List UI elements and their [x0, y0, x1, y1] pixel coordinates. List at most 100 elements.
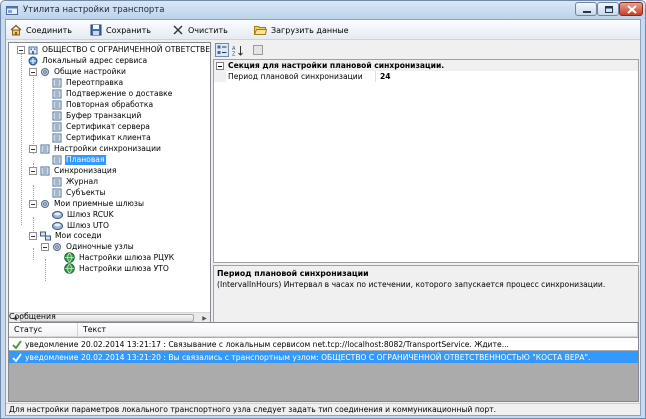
tree-item-node-uto[interactable]: Настройки шлюза УТО: [64, 263, 170, 274]
maximize-button[interactable]: [597, 2, 619, 16]
tree-expander[interactable]: [29, 200, 37, 208]
categorized-icon: [217, 45, 227, 54]
network-icon: [40, 231, 51, 240]
tree-expander[interactable]: [29, 68, 37, 76]
tree-item-label: Буфер транзакций: [66, 110, 142, 120]
property-icon: [52, 155, 62, 164]
connect-label: Соединить: [26, 25, 72, 35]
gateway-icon: [52, 210, 63, 219]
column-header-status[interactable]: Статус: [9, 323, 78, 337]
tree-item-sync-settings[interactable]: Настройки синхронизации: [40, 143, 162, 154]
property-icon: [52, 100, 62, 109]
help-description: (IntervalInHours) Интервал в часах по ис…: [217, 280, 606, 289]
tree-item-label: Мои приемные шлюзы: [54, 198, 144, 208]
tree-item-subjects[interactable]: Субъекты: [52, 187, 107, 198]
tree-expander[interactable]: [29, 145, 37, 153]
tree-item-label: ОБЩЕСТВО С ОГРАНИЧЕННОЙ ОТВЕТСТВЕННО: [42, 44, 211, 54]
tree-item-label: Шлюз UTO: [67, 220, 109, 230]
status-bar: Для настройки параметров локального тран…: [6, 403, 640, 415]
tree-item-label: Настройки синхронизации: [54, 143, 161, 153]
tree-item-server-cert[interactable]: Сертификат сервера: [52, 121, 151, 132]
tree-item-label: Переотправка: [66, 77, 124, 87]
save-button[interactable]: Сохранить: [90, 23, 151, 37]
tree-expander[interactable]: [29, 167, 37, 175]
tree-item-delivery-confirm[interactable]: Подтвержение о доставке: [52, 88, 173, 99]
categorized-button[interactable]: [215, 43, 229, 57]
tree-expander[interactable]: [17, 46, 25, 54]
message-type: уведомление: [25, 339, 79, 349]
tree-item-node-rcuk[interactable]: Настройки шлюза РЦУК: [64, 252, 175, 263]
property-icon: [52, 122, 62, 131]
tree-item-single-nodes[interactable]: Одиночные узлы: [52, 241, 135, 252]
tree-item-neighbors[interactable]: Мои соседи: [40, 230, 102, 241]
tree-item-general[interactable]: Общие настройки: [40, 66, 127, 77]
message-type: уведомление: [25, 352, 79, 362]
tree-item-label: Общие настройки: [54, 66, 126, 76]
alphabetical-button[interactable]: AZ: [231, 43, 245, 57]
clear-button[interactable]: Очистить: [172, 23, 228, 37]
title-bar[interactable]: Утилита настройки транспорта: [1, 1, 645, 19]
message-text: 20.02.2014 13:21:20 : Вы связались с тра…: [81, 352, 591, 362]
app-window: Утилита настройки транспорта Соединить С…: [0, 0, 646, 419]
tree-item-label: Мои соседи: [55, 230, 102, 240]
tree-item-transaction-buffer[interactable]: Буфер транзакций: [52, 110, 142, 121]
property-value[interactable]: 24: [376, 71, 391, 82]
message-text: 20.02.2014 13:21:17 : Связывание с локал…: [81, 339, 509, 349]
settings-tree[interactable]: ОБЩЕСТВО С ОГРАНИЧЕННОЙ ОТВЕТСТВЕННО Лок…: [8, 42, 211, 323]
save-label: Сохранить: [106, 25, 151, 35]
column-header-text[interactable]: Текст: [78, 323, 638, 337]
tree-item-client-cert[interactable]: Сертификат клиента: [52, 132, 152, 143]
property-icon: [52, 177, 62, 186]
close-button[interactable]: [619, 2, 643, 16]
tree-item-root[interactable]: ОБЩЕСТВО С ОГРАНИЧЕННОЙ ОТВЕТСТВЕННО: [28, 44, 211, 55]
tree-item-gateway-rcuk[interactable]: Шлюз RCUK: [52, 209, 115, 220]
settings-gear-icon: [41, 67, 49, 76]
app-icon: [6, 4, 18, 16]
property-icon: [52, 78, 62, 87]
tree-item-local-address[interactable]: Локальный адрес сервиса: [28, 55, 148, 66]
property-row-gutter: [214, 71, 226, 82]
tree-connector: [33, 248, 34, 260]
tree-item-gateways[interactable]: Мои приемные шлюзы: [40, 198, 145, 209]
tree-item-label: Одиночные узлы: [66, 241, 134, 251]
load-data-label: Загрузить данные: [271, 25, 349, 35]
property-help-box: Период плановой синхронизации (IntervalI…: [213, 265, 639, 323]
tree-connector: [33, 77, 34, 154]
property-row[interactable]: Период плановой синхронизации 24: [214, 71, 638, 82]
message-row[interactable]: уведомление 20.02.2014 13:21:17 : Связыв…: [9, 338, 638, 350]
tree-expander[interactable]: [29, 232, 37, 240]
folder-icon: [254, 26, 267, 35]
load-data-button[interactable]: Загрузить данные: [254, 23, 349, 37]
tree-expander[interactable]: [41, 243, 49, 251]
property-icon: [40, 144, 50, 153]
check-icon: [9, 352, 25, 362]
globe-icon: [64, 252, 75, 263]
tree-item-journal[interactable]: Журнал: [52, 176, 99, 187]
tree-item-resend[interactable]: Переотправка: [52, 77, 124, 88]
tree-item-reprocess[interactable]: Повторная обработка: [52, 99, 154, 110]
property-icon: [52, 133, 62, 142]
tree-item-label: Журнал: [66, 176, 98, 186]
message-row[interactable]: уведомление 20.02.2014 13:21:20 : Вы свя…: [9, 351, 638, 363]
clear-label: Очистить: [188, 25, 228, 35]
tree-item-label: Синхронизация: [54, 165, 117, 175]
messages-table[interactable]: Статус Текст уведомление 20.02.2014 13:2…: [8, 322, 639, 402]
property-pages-icon: [253, 45, 263, 55]
property-icon: [52, 188, 62, 197]
tree-item-planned[interactable]: Плановая: [52, 154, 106, 165]
property-category[interactable]: Секция для настройки плановой синхрониза…: [214, 60, 638, 71]
tree-item-label: Настройки шлюза УТО: [79, 263, 169, 273]
service-icon: [28, 56, 38, 65]
clear-icon: [173, 25, 183, 35]
window-title: Утилита настройки транспорта: [23, 5, 165, 15]
globe-icon: [64, 263, 75, 274]
tree-item-sync[interactable]: Синхронизация: [40, 165, 117, 176]
tree-connector: [21, 53, 22, 225]
minimize-button[interactable]: [575, 2, 597, 16]
connect-button[interactable]: Соединить: [10, 23, 72, 37]
property-grid[interactable]: Секция для настройки плановой синхрониза…: [213, 59, 639, 263]
collapse-icon[interactable]: [216, 61, 224, 70]
connect-icon: [10, 24, 22, 36]
property-pages-button[interactable]: [251, 43, 265, 57]
svg-text:Z: Z: [232, 51, 236, 56]
